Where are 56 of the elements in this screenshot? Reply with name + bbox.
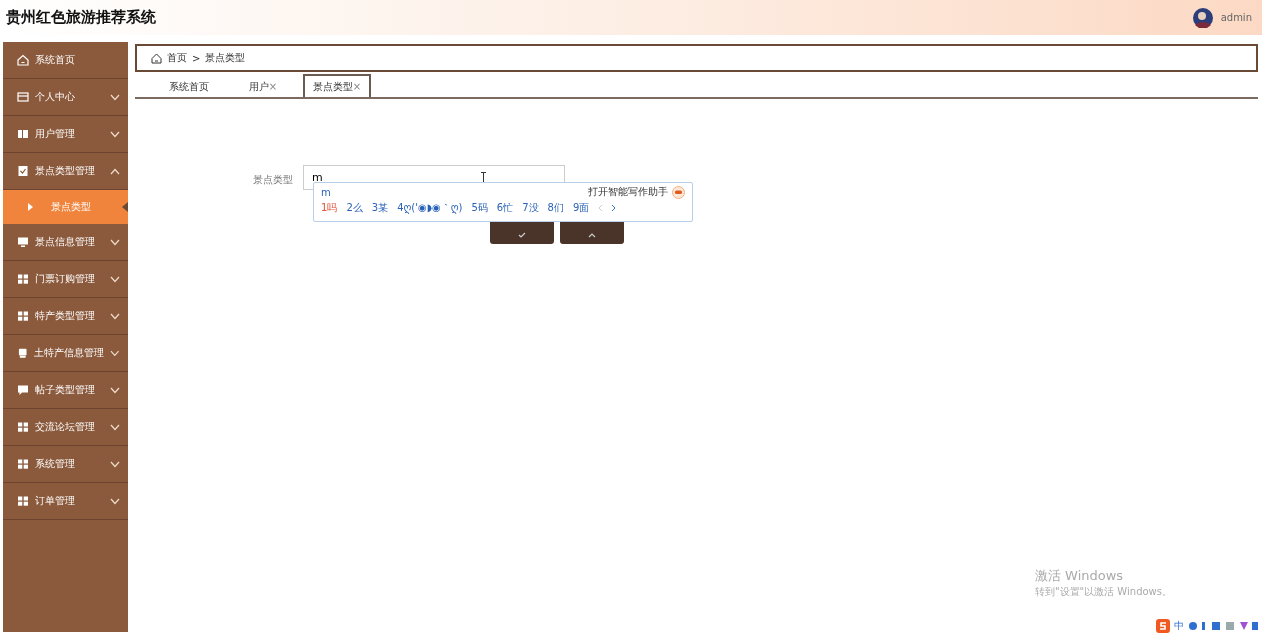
book-icon xyxy=(17,128,29,140)
sidebar-item[interactable]: 特产类型管理 xyxy=(3,298,128,335)
activation-hint: 转到"设置"以激活 Windows。 xyxy=(1034,585,1172,599)
ime-candidate[interactable]: 2么 xyxy=(346,201,363,215)
assistant-link[interactable]: 打开智能写作助手 xyxy=(588,185,668,199)
ime-candidate[interactable]: 4ღ('◉◗◉｀ღ) xyxy=(397,201,463,215)
grid-icon xyxy=(17,458,29,470)
sidebar-item[interactable]: 交流论坛管理 xyxy=(3,409,128,446)
sidebar-item[interactable]: 帖子类型管理 xyxy=(3,372,128,409)
grid-icon xyxy=(17,421,29,433)
home-icon xyxy=(151,52,162,64)
printer-icon xyxy=(17,347,29,359)
sidebar-item[interactable]: 景点信息管理 xyxy=(3,224,128,261)
tab[interactable]: 系统首页 xyxy=(155,74,223,97)
tab[interactable]: 景点类型× xyxy=(303,74,371,97)
avatar-icon[interactable] xyxy=(1192,7,1213,28)
sidebar-item[interactable]: 系统管理 xyxy=(3,446,128,483)
breadcrumb-link[interactable]: 首页 xyxy=(167,51,187,65)
sidebar-item[interactable]: 用户管理 xyxy=(3,116,128,153)
close-icon[interactable]: × xyxy=(352,81,362,92)
breadcrumb-separator: > xyxy=(192,52,201,64)
toolbar-icons-drawing xyxy=(1188,621,1258,631)
tab[interactable]: 用户× xyxy=(229,74,297,97)
clipboard-icon xyxy=(17,165,29,177)
ime-candidate[interactable]: 7没 xyxy=(522,201,539,215)
assistant-icon[interactable] xyxy=(672,185,685,199)
monitor-icon xyxy=(17,236,29,248)
check-icon xyxy=(518,232,526,238)
grid-icon xyxy=(17,310,29,322)
sidebar-item[interactable]: 土特产信息管理 xyxy=(3,335,128,372)
ime-logo-icon[interactable] xyxy=(1156,619,1170,633)
breadcrumb-link[interactable]: 景点类型 xyxy=(205,51,246,65)
card-icon xyxy=(17,91,29,103)
ime-candidate[interactable]: 1吗 xyxy=(321,201,338,215)
ime-candidate[interactable]: 6忙 xyxy=(496,201,514,215)
sidebar-item[interactable]: 系统首页 xyxy=(3,42,128,79)
ime-candidate[interactable]: 8们 xyxy=(547,201,564,215)
home-icon xyxy=(17,54,29,66)
field-label: 景点类型 xyxy=(253,173,293,187)
chat-icon xyxy=(17,384,29,396)
input-mode[interactable]: 中 xyxy=(1174,619,1184,633)
grid-icon xyxy=(17,273,29,285)
activation-title: 激活 Windows xyxy=(1034,567,1125,585)
username[interactable]: admin xyxy=(1220,12,1252,23)
ime-candidate[interactable]: 5码 xyxy=(471,201,488,215)
sidebar-item[interactable]: 个人中心 xyxy=(3,79,128,116)
grid-icon xyxy=(17,495,29,507)
app-title: 贵州红色旅游推荐系统 xyxy=(6,8,156,27)
triangle-icon xyxy=(28,203,33,211)
sidebar-item[interactable]: 订单管理 xyxy=(3,483,128,520)
sidebar-item[interactable]: 门票订购管理 xyxy=(3,261,128,298)
ime-candidate[interactable]: 3某 xyxy=(371,201,389,215)
ime-candidate[interactable]: 9面 xyxy=(573,201,590,215)
close-icon[interactable]: × xyxy=(268,81,278,92)
chevron-up-icon xyxy=(588,232,596,238)
pointer-icon xyxy=(122,202,128,212)
